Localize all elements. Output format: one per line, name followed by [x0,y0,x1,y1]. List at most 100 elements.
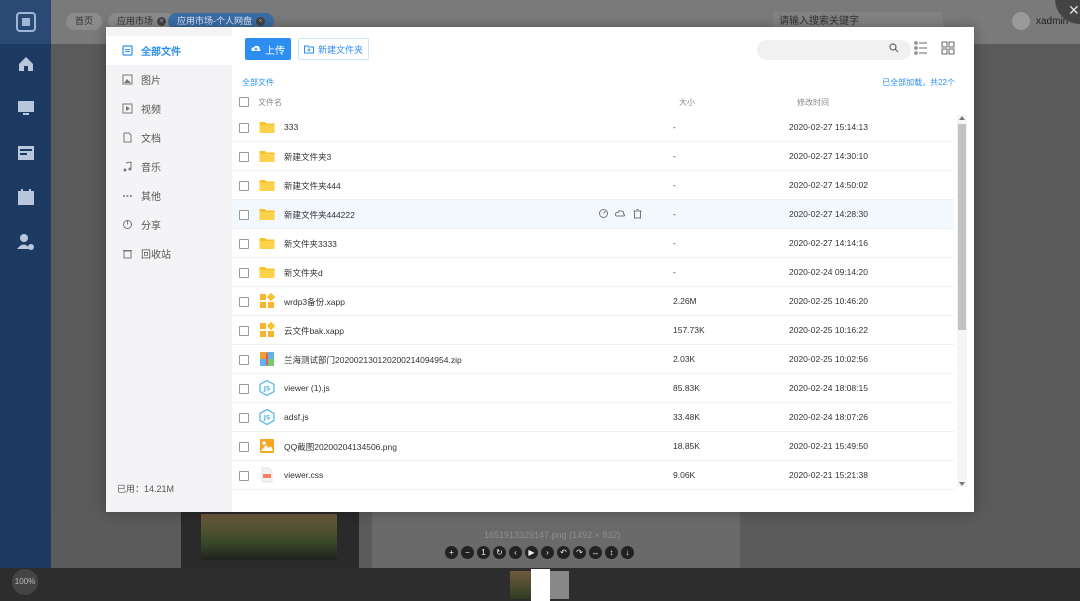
file-name[interactable]: viewer.css [284,470,323,480]
file-size: - [673,180,676,190]
file-row[interactable]: 新建文件夹444222 - 2020-02-27 14:28:30 [232,200,954,229]
file-name[interactable]: 新建文件夹444222 [284,209,355,221]
scrollbar-thumb[interactable] [958,124,966,330]
file-checkbox[interactable] [239,326,249,336]
breadcrumb[interactable]: 全部文件 [242,77,274,88]
scrollbar[interactable] [957,115,967,487]
column-header-size[interactable]: 大小 [679,97,695,108]
column-header-time[interactable]: 修改时间 [797,97,829,108]
folder-file-icon [259,206,275,222]
reset-icon[interactable]: ↻ [493,546,506,559]
file-row[interactable]: viewer.css 9.06K 2020-02-21 15:21:38 [232,461,954,490]
file-row[interactable]: QQ截图20200204134506.png 18.85K 2020-02-21 1… [232,432,954,461]
delete-icon[interactable] [632,208,643,219]
close-tab-icon[interactable]: × [256,17,265,27]
file-search-input[interactable] [757,40,911,60]
file-row[interactable]: wrdp3备份.xapp 2.26M 2020-02-25 10:46:20 [232,287,954,316]
file-row[interactable]: JS viewer (1).js 85.83K 2020-02-24 18:08:15 [232,374,954,403]
flip-horizontal-icon[interactable]: ↔ [589,546,602,559]
file-name[interactable]: 新建文件夹3 [284,151,331,163]
rotate-right-icon[interactable]: ↷ [573,546,586,559]
row-actions [598,208,643,219]
file-row[interactable]: 云文件bak.xapp 157.73K 2020-02-25 10:16:22 [232,316,954,345]
file-checkbox[interactable] [239,384,249,394]
file-checkbox[interactable] [239,268,249,278]
column-header-name[interactable]: 文件名 [258,97,282,108]
sidebar-item-documents[interactable]: 文档 [106,123,232,152]
file-name[interactable]: 云文件bak.xapp [284,325,344,337]
list-view-icon[interactable] [914,41,928,55]
close-icon: ✕ [1068,2,1080,18]
new-folder-button[interactable]: 新建文件夹 [298,38,369,60]
calendar-icon[interactable] [0,183,51,211]
file-name[interactable]: 新文件夹3333 [284,238,337,250]
cloud-download-icon[interactable] [614,208,626,219]
play-icon[interactable]: ▶ [525,546,538,559]
search-icon[interactable] [889,43,899,53]
share-icon[interactable] [598,208,609,219]
file-name[interactable]: wrdp3备份.xapp [284,296,345,308]
article-icon[interactable] [0,139,51,167]
monitor-user-icon[interactable] [0,94,51,122]
sidebar-item-images[interactable]: 图片 [106,65,232,94]
file-name[interactable]: QQ截图20200204134506.png [284,441,397,453]
user-settings-icon[interactable] [0,228,51,256]
sidebar-item-recycle-bin[interactable]: 回收站 [106,239,232,268]
next-icon[interactable]: › [541,546,554,559]
sidebar-item-share[interactable]: 分享 [106,210,232,239]
grid-view-icon[interactable] [941,41,955,55]
thumbnail[interactable] [550,571,569,599]
prev-icon[interactable]: ‹ [509,546,522,559]
file-checkbox[interactable] [239,297,249,307]
zoom-out-icon[interactable]: − [461,546,474,559]
download-icon[interactable]: ↓ [621,546,634,559]
file-modified-time: 2020-02-25 10:46:20 [789,296,868,306]
select-all-checkbox[interactable] [239,97,249,107]
file-name[interactable]: 333 [284,122,298,132]
sidebar-item-other[interactable]: 其他 [106,181,232,210]
file-row[interactable]: 新建文件夹3 - 2020-02-27 14:30:10 [232,142,954,171]
file-row[interactable]: 新文件夹d - 2020-02-24 09:14:20 [232,258,954,287]
file-size: 9.06K [673,470,696,480]
zoom-in-icon[interactable]: + [445,546,458,559]
file-name[interactable]: 兰海测试部门20200213012020​0214094954.zip [284,354,462,366]
file-checkbox[interactable] [239,123,249,133]
sidebar-item-music[interactable]: 音乐 [106,152,232,181]
app-tab-home[interactable]: 首页 [66,13,103,30]
file-name[interactable]: 新文件夹d [284,267,323,279]
file-checkbox[interactable] [239,239,249,249]
scroll-up-icon[interactable] [959,116,965,120]
scroll-down-icon[interactable] [959,482,965,486]
close-tab-icon[interactable]: × [157,17,167,27]
viewer-toolbar: + − 1 ↻ ‹ ▶ › ↶ ↷ ↔ ↕ ↓ [445,546,634,559]
file-checkbox[interactable] [239,413,249,423]
rotate-left-icon[interactable]: ↶ [557,546,570,559]
file-row[interactable]: 兰海测试部门20200213012020​0214094954.zip 2.03K… [232,345,954,374]
thumbnail[interactable] [531,569,550,601]
file-name[interactable]: viewer (1).js [284,383,330,393]
sidebar-item-all-files[interactable]: 全部文件 [106,36,232,65]
storage-used-text: 已用：14.21M [117,484,175,494]
file-row[interactable]: 新建文件夹444 - 2020-02-27 14:50:02 [232,171,954,200]
file-checkbox[interactable] [239,471,249,481]
file-checkbox[interactable] [239,355,249,365]
flip-vertical-icon[interactable]: ↕ [605,546,618,559]
file-name[interactable]: 新建文件夹444 [284,180,341,192]
file-checkbox[interactable] [239,181,249,191]
file-checkbox[interactable] [239,152,249,162]
sidebar-item-videos[interactable]: 视频 [106,94,232,123]
new-folder-icon [303,45,314,54]
file-name[interactable]: adsf.js [284,412,309,422]
file-row[interactable]: 333 - 2020-02-27 15:14:13 [232,113,954,142]
file-checkbox[interactable] [239,442,249,452]
file-modified-time: 2020-02-27 15:14:13 [789,122,868,132]
upload-button[interactable]: 上传 [245,38,291,60]
thumbnail[interactable] [510,571,531,599]
file-row[interactable]: JS adsf.js 33.48K 2020-02-24 18:07:26 [232,403,954,432]
svg-text:JS: JS [263,386,271,393]
one-to-one-icon[interactable]: 1 [477,546,490,559]
home-icon[interactable] [0,50,51,78]
file-checkbox[interactable] [239,210,249,220]
file-size: 85.83K [673,383,700,393]
file-row[interactable]: 新文件夹3333 - 2020-02-27 14:14:16 [232,229,954,258]
